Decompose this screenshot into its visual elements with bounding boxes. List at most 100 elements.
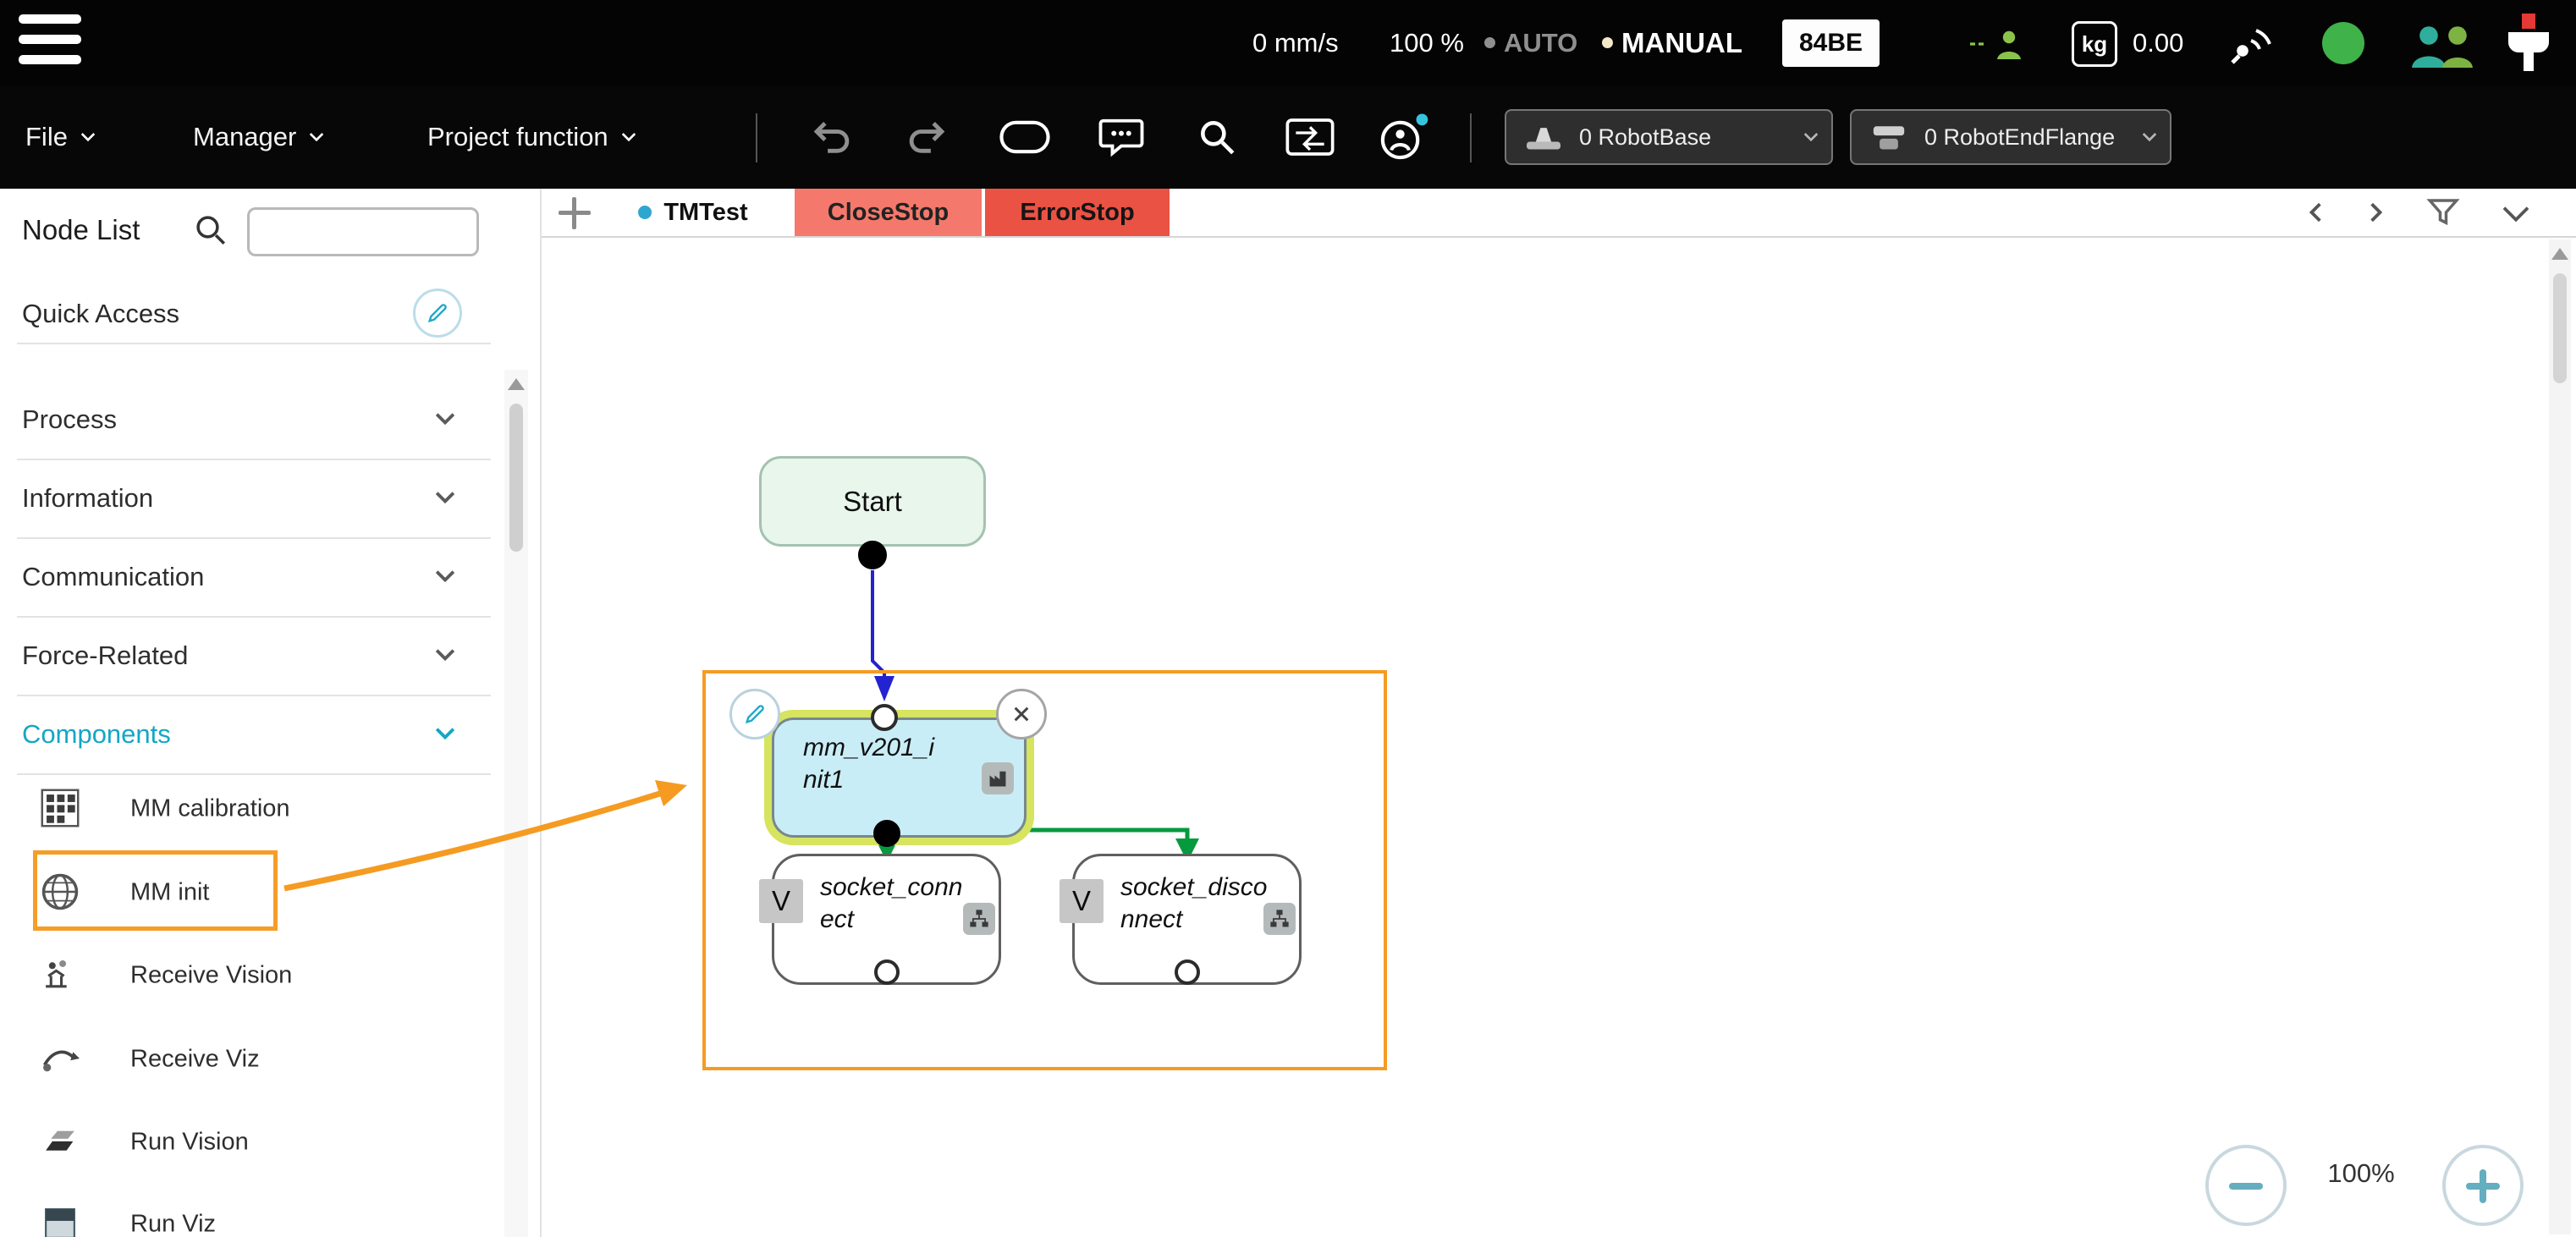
socket-connect-label: socket_connect (820, 871, 971, 935)
item-label: MM init (130, 878, 209, 906)
component-item-mm-init[interactable]: MM init (0, 850, 504, 934)
toolbar-divider (1470, 113, 1472, 162)
variable-badge: V (759, 879, 803, 923)
sidebar-section-information[interactable]: Information (0, 459, 504, 537)
scrollbar-thumb[interactable] (2553, 273, 2567, 383)
tab-scroll-right-button[interactable] (2366, 189, 2380, 236)
speed-readout: 0 mm/s (1252, 0, 1339, 85)
sidebar-scrollbar[interactable] (504, 370, 528, 1237)
users-icon[interactable] (2405, 22, 2480, 69)
menu-file[interactable]: File (25, 85, 93, 189)
robot-point-icon (1377, 111, 1429, 163)
menu-bar: File Manager Project function (0, 85, 2576, 189)
hamburger-menu-icon[interactable] (19, 14, 83, 70)
scrollbar-thumb[interactable] (509, 404, 523, 552)
filter-button[interactable] (2425, 189, 2461, 236)
component-item-mm-calibration[interactable]: MM calibration (0, 767, 504, 850)
tab-tmtest[interactable]: TMTest (604, 189, 782, 236)
zoom-out-button[interactable] (2205, 1145, 2287, 1226)
canvas-scrollbar[interactable] (2549, 239, 2571, 1234)
scroll-up-arrow-icon[interactable] (2551, 248, 2568, 260)
tab-scroll-left-button[interactable] (2312, 189, 2326, 236)
sidebar-section-communication[interactable]: Communication (0, 537, 504, 616)
search-icon[interactable] (193, 212, 228, 248)
signal-tool-icon[interactable] (2224, 20, 2276, 68)
status-light (2322, 22, 2364, 64)
zoom-level: 100% (2298, 1158, 2424, 1189)
node-delete-button[interactable] (996, 689, 1047, 739)
init-output-port[interactable] (873, 820, 900, 847)
toolbar-divider (756, 113, 757, 162)
robot-base-icon (1522, 120, 1566, 154)
tab-errorstop[interactable]: ErrorStop (985, 189, 1170, 236)
add-tab-button[interactable] (553, 195, 596, 232)
pencil-icon (741, 701, 768, 728)
undo-button[interactable] (804, 112, 860, 162)
robot-point-button[interactable] (1375, 112, 1431, 162)
search-node-button[interactable] (1189, 112, 1245, 162)
manual-mode-indicator: MANUAL (1602, 0, 1742, 85)
collapse-panel-button[interactable] (2507, 189, 2525, 236)
receive-vision-icon (41, 955, 80, 994)
component-item-receive-viz[interactable]: Receive Viz (0, 1017, 504, 1101)
chevron-down-icon (436, 406, 455, 426)
io-exchange-button[interactable] (1282, 112, 1338, 162)
sidebar-section-force-related[interactable]: Force-Related (0, 616, 504, 695)
section-label: Process (22, 404, 117, 435)
item-label: Receive Vision (130, 961, 292, 989)
undo-icon (810, 115, 854, 159)
payload-kg-icon[interactable]: kg (2072, 21, 2117, 67)
chevron-down-icon (436, 642, 455, 662)
tab-closestop[interactable]: CloseStop (795, 189, 982, 236)
network-tree-icon (968, 908, 990, 930)
robot-base-value: 0 RobotBase (1579, 124, 1792, 151)
start-output-port[interactable] (858, 541, 887, 569)
globe-icon (41, 872, 80, 911)
node-list-panel: Node List Quick Access Process Informati… (0, 189, 542, 1237)
robot-flange-icon (1867, 120, 1911, 154)
init-input-port[interactable] (871, 704, 898, 731)
node-list-title: Node List (22, 214, 140, 246)
project-tab-bar: TMTest CloseStop ErrorStop (542, 189, 2576, 238)
comment-button[interactable] (1093, 112, 1149, 162)
flow-canvas[interactable]: Start mm_v201_init1 socket_connect V (542, 238, 2576, 1237)
item-label: MM calibration (130, 794, 290, 822)
component-item-run-viz[interactable]: Run Viz (0, 1182, 504, 1237)
payload-unit-label: kg (2082, 31, 2107, 58)
menu-manager[interactable]: Manager (193, 85, 322, 189)
end-module-icon[interactable] (2498, 12, 2559, 76)
sidebar-section-components[interactable]: Components (0, 695, 504, 773)
node-frame-button[interactable] (997, 112, 1053, 162)
auto-mode-indicator: AUTO (1484, 0, 1577, 85)
auto-dot-icon (1484, 37, 1495, 48)
menu-project-function[interactable]: Project function (427, 85, 634, 189)
socket-connect-output-port[interactable] (874, 959, 900, 985)
scroll-up-arrow-icon[interactable] (508, 378, 525, 390)
component-item-receive-vision[interactable]: Receive Vision (0, 933, 504, 1017)
chevron-down-icon (436, 564, 455, 583)
node-search-input[interactable] (247, 207, 479, 256)
menu-project-function-label: Project function (427, 122, 608, 152)
pencil-icon (424, 300, 451, 327)
robot-id-badge: 84BE (1782, 19, 1880, 67)
socket-disconnect-output-port[interactable] (1175, 959, 1200, 985)
manual-label: MANUAL (1621, 27, 1742, 59)
robot-base-dropdown[interactable]: 0 RobotBase (1505, 109, 1833, 165)
socket-disconnect-label: socket_disconnect (1120, 871, 1271, 935)
minus-icon (2229, 1183, 2263, 1190)
redo-button[interactable] (899, 112, 955, 162)
node-edit-button[interactable] (729, 689, 780, 739)
sidebar-section-process[interactable]: Process (0, 380, 504, 459)
filter-funnel-icon (2425, 195, 2461, 230)
robot-end-flange-dropdown[interactable]: 0 RobotEndFlange (1850, 109, 2171, 165)
receive-viz-icon (41, 1039, 80, 1078)
close-icon (1008, 701, 1035, 728)
flow-node-start[interactable]: Start (759, 456, 986, 547)
component-item-run-vision[interactable]: Run Vision (0, 1100, 504, 1184)
connection-user-icon[interactable] (1968, 27, 2036, 61)
item-label: Run Vision (130, 1128, 249, 1156)
search-icon (1196, 116, 1238, 158)
mm-init-node-label: mm_v201_init1 (803, 732, 945, 795)
zoom-in-button[interactable] (2442, 1145, 2524, 1226)
quick-access-edit-button[interactable] (413, 289, 462, 338)
